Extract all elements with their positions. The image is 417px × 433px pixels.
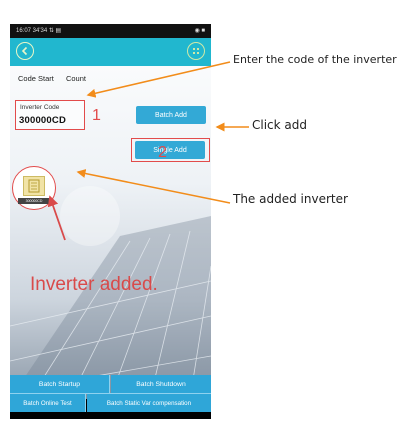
annotation-enter-code: Enter the code of the inverter [233,53,397,66]
arrow-inverter-added [47,195,66,241]
annotation-click-add: Click add [252,118,307,132]
arrow-added-inverter [76,169,231,204]
annotation-added-inverter: The added inverter [233,192,348,206]
arrow-enter-code [86,61,231,98]
